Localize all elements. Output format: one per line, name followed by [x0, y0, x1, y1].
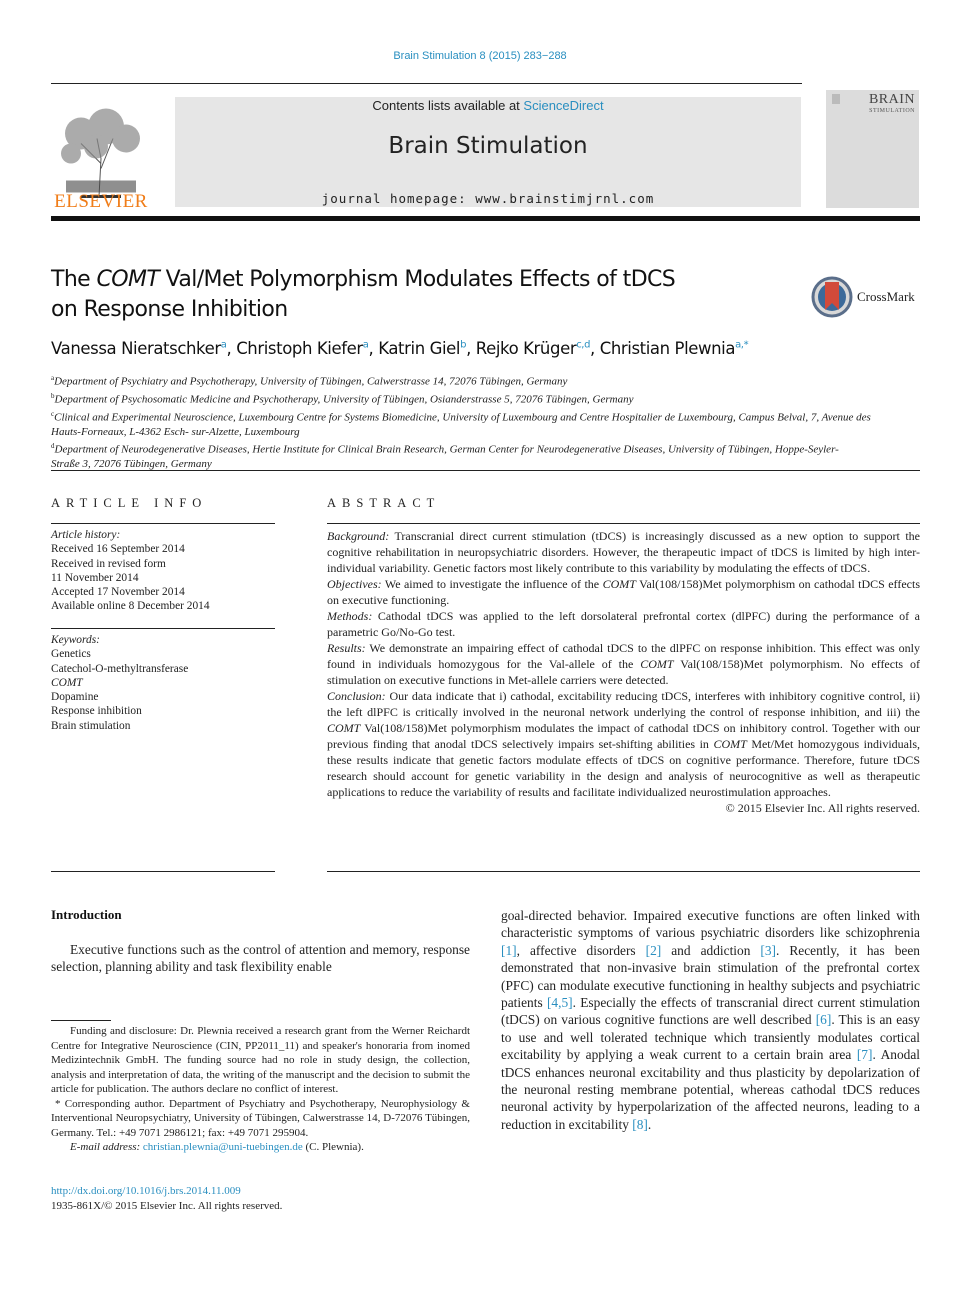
crossmark-label: CrossMark [857, 289, 915, 304]
cover-subtitle: STIMULATION [869, 108, 915, 114]
abstract-methods: Methods: Cathodal tDCS was applied to th… [327, 609, 920, 639]
journal-masthead: Contents lists available at ScienceDirec… [175, 97, 801, 207]
body-text: , affective disorders [516, 942, 646, 958]
journal-citation-link[interactable]: Brain Stimulation 8 (2015) 283−288 [0, 50, 960, 62]
section-divider [51, 470, 920, 471]
affiliation: dDepartment of Neurodegenerative Disease… [51, 442, 839, 471]
divider [327, 871, 920, 872]
author[interactable]: Christoph Kiefera [236, 339, 369, 358]
sciencedirect-link[interactable]: ScienceDirect [523, 98, 603, 113]
journal-homepage-link[interactable]: journal homepage: www.brainstimjrnl.com [175, 191, 801, 206]
header-rule [51, 83, 802, 84]
introduction-paragraph-continued: goal-directed behavior. Impaired executi… [501, 907, 920, 1133]
funding-footnote: Funding and disclosure: Dr. Plewnia rece… [51, 1025, 470, 1095]
keyword: Dopamine [51, 691, 99, 704]
abstract-background: Background: Transcranial direct current … [327, 529, 920, 575]
affiliation: bDepartment of Psychosomatic Medicine an… [51, 391, 634, 406]
citation-link[interactable]: [3] [760, 943, 776, 958]
citation-link[interactable]: [8] [632, 1117, 648, 1132]
keyword: Catechol-O-methyltransferase [51, 662, 189, 675]
affiliation: aDepartment of Psychiatry and Psychother… [51, 374, 568, 388]
crossmark-icon [811, 276, 853, 318]
journal-title: Brain Stimulation [388, 133, 588, 159]
body-text: goal-directed behavior. Impaired executi… [501, 908, 920, 941]
email-footnote: E-mail address: christian.plewnia@uni-tu… [70, 1141, 364, 1153]
footnotes: Funding and disclosure: Dr. Plewnia rece… [51, 1024, 470, 1155]
masthead-thick-rule [51, 216, 920, 221]
abstract-results: Results: We demonstrate an impairing eff… [327, 641, 920, 687]
abstract-objectives: Objectives: We aimed to investigate the … [327, 577, 920, 607]
citation-link[interactable]: [1] [501, 943, 517, 958]
abstract-body: Background: Transcranial direct current … [327, 528, 920, 816]
corresponding-author-footnote: * Corresponding author. Department of Ps… [51, 1097, 470, 1139]
author[interactable]: Vanessa Nieratschkera [51, 339, 227, 358]
divider [51, 871, 275, 872]
elsevier-wordmark: ELSEVIER [54, 191, 148, 212]
article-title: The COMT Val/Met Polymorphism Modulates … [51, 267, 676, 322]
crossmark-button[interactable]: CrossMark [811, 276, 921, 318]
author[interactable]: Katrin Gielb [378, 339, 466, 358]
email-link[interactable]: christian.plewnia@uni-tuebingen.de [143, 1141, 303, 1153]
issn-copyright: 1935-861X/© 2015 Elsevier Inc. All right… [51, 1199, 283, 1212]
affiliations: aDepartment of Psychiatry and Psychother… [51, 371, 921, 471]
abstract-heading: ABSTRACT [327, 496, 441, 510]
citation-link[interactable]: [7] [857, 1047, 873, 1062]
body-text: and addiction [661, 942, 761, 958]
citation-link[interactable]: [2] [646, 943, 662, 958]
introduction-paragraph-start: Executive functions such as the control … [51, 942, 470, 975]
citation-link[interactable]: [6] [816, 1012, 832, 1027]
divider [327, 523, 920, 524]
contents-availability: Contents lists available at ScienceDirec… [372, 98, 604, 113]
doi-block: http://dx.doi.org/10.1016/j.brs.2014.11.… [51, 1184, 282, 1213]
keyword: Response inhibition [51, 705, 142, 718]
article-info-heading: ARTICLE INFO [51, 496, 208, 510]
keyword: COMT [51, 676, 83, 689]
article-history: Article history: Received 16 September 2… [51, 529, 210, 613]
citation-link[interactable]: [4,5] [547, 995, 573, 1010]
affiliation: cClinical and Experimental Neuroscience,… [51, 409, 871, 438]
introduction-heading: Introduction [51, 907, 122, 922]
divider [51, 523, 275, 524]
author[interactable]: Christian Plewniaa,* [600, 339, 749, 358]
cover-elsevier-icon [832, 94, 840, 104]
keywords: Keywords: Genetics Catechol-O-methyltran… [51, 633, 281, 733]
divider [51, 628, 275, 629]
keyword: Brain stimulation [51, 719, 131, 732]
body-text: . [647, 1116, 652, 1132]
doi-link[interactable]: http://dx.doi.org/10.1016/j.brs.2014.11.… [51, 1184, 282, 1199]
abstract-conclusion: Conclusion: Our data indicate that i) ca… [327, 689, 921, 799]
footnote-rule [51, 1020, 111, 1021]
journal-cover-thumbnail[interactable]: BRAIN STIMULATION [826, 90, 919, 208]
keyword: Genetics [51, 648, 91, 661]
author-list: Vanessa Nieratschkera, Christoph Kiefera… [51, 339, 749, 358]
author[interactable]: Rejko Krügerc,d [476, 339, 591, 358]
cover-title: BRAIN [868, 92, 915, 107]
abstract-copyright: © 2015 Elsevier Inc. All rights reserved… [725, 801, 920, 815]
